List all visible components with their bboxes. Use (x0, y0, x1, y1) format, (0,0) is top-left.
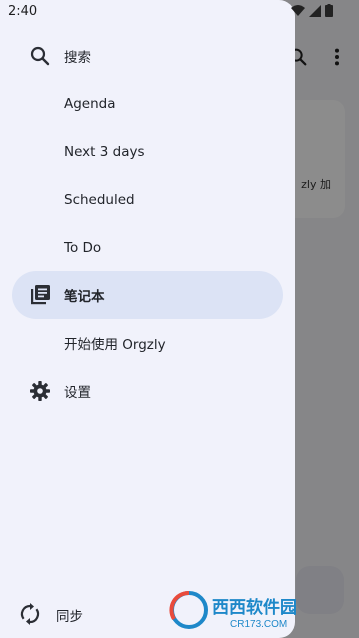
menu-item-label: 开始使用 Orgzly (64, 337, 166, 353)
wifi-icon (291, 4, 305, 16)
menu-item-label: 设置 (64, 385, 91, 401)
menu-item-label: To Do (64, 240, 102, 256)
sync-icon (20, 603, 40, 625)
menu-item-label: Scheduled (64, 192, 135, 208)
navigation-drawer: 搜索 Agenda Next 3 days Scheduled To Do 笔记… (0, 0, 295, 638)
menu-item-agenda[interactable]: Agenda (12, 80, 283, 128)
notebooks-icon (31, 285, 50, 305)
menu-item-next-3-days[interactable]: Next 3 days (12, 128, 283, 176)
menu-item-label: Agenda (64, 96, 116, 112)
watermark-line2: CR173.COM (230, 619, 287, 630)
menu-item-settings[interactable]: 设置 (12, 367, 283, 415)
menu-item-search[interactable]: 搜索 (12, 32, 283, 80)
menu-item-getting-started[interactable]: 开始使用 Orgzly (12, 319, 283, 367)
signal-icon (309, 4, 321, 17)
status-time: 2:40 (8, 4, 38, 19)
battery-icon (325, 4, 333, 17)
watermark-logo: 西西软件园 CR173.COM (168, 589, 348, 631)
sync-label: 同步 (56, 609, 83, 625)
menu-item-todo[interactable]: To Do (12, 224, 283, 272)
menu-item-label: Next 3 days (64, 144, 145, 160)
search-icon (30, 46, 50, 66)
menu-item-scheduled[interactable]: Scheduled (12, 176, 283, 224)
menu-item-notebooks[interactable]: 笔记本 (12, 271, 283, 319)
gear-icon (30, 381, 50, 401)
watermark-line1: 西西软件园 (212, 597, 297, 617)
menu-item-label: 搜索 (64, 50, 91, 66)
menu-item-label: 笔记本 (64, 289, 105, 305)
status-icons (291, 4, 333, 17)
